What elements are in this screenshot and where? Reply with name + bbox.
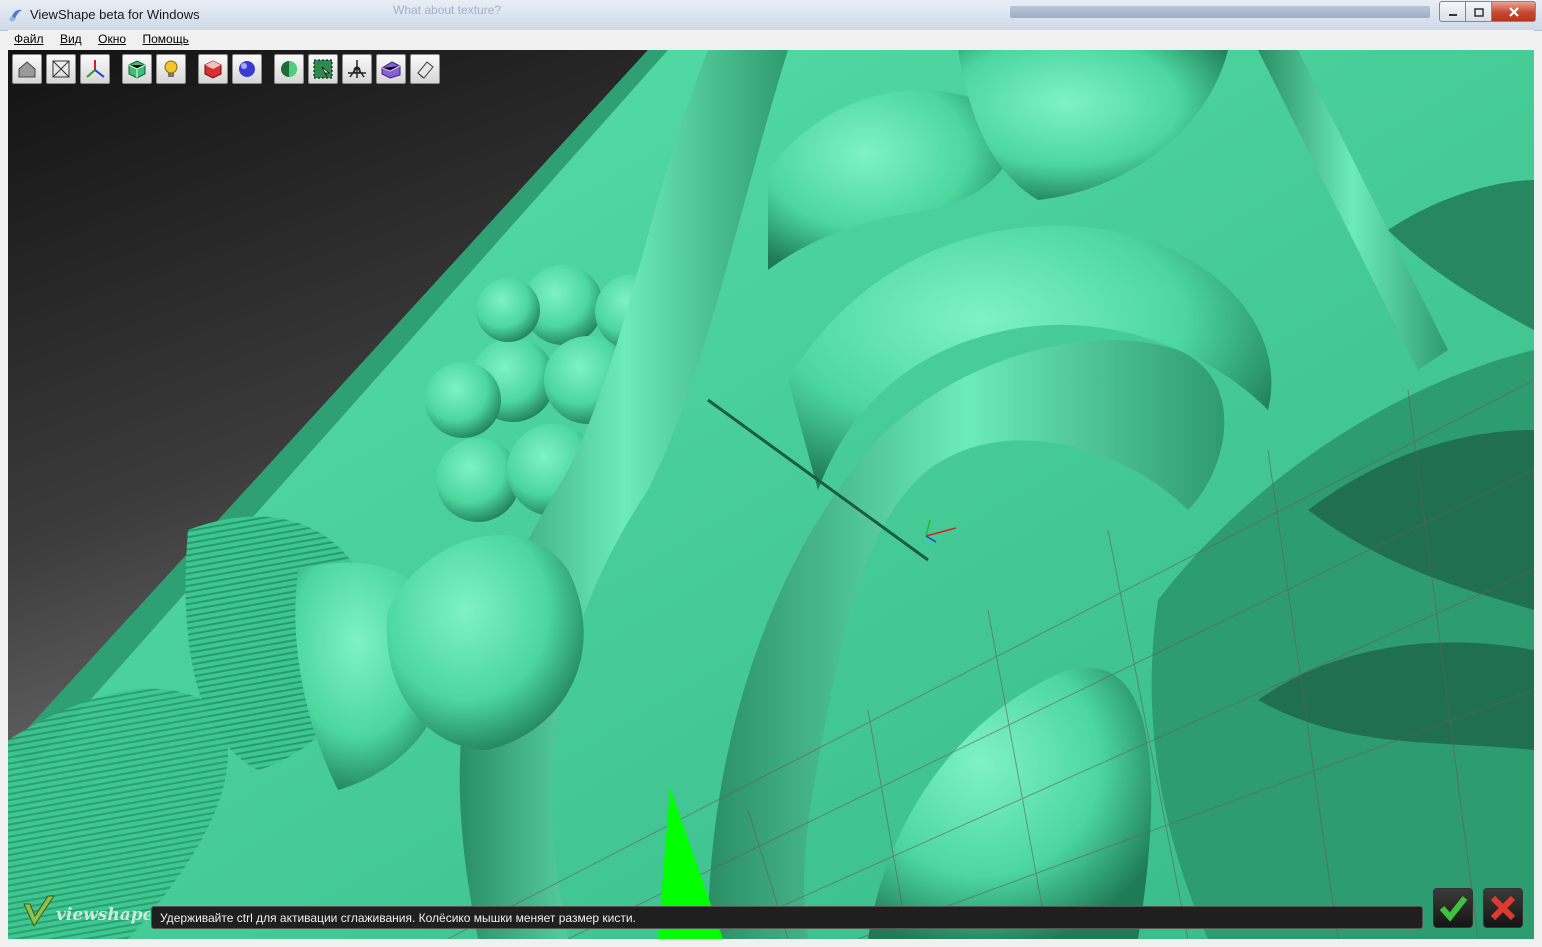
purple-cube-icon — [381, 61, 401, 79]
solid-view-button[interactable] — [198, 54, 228, 84]
red-cube-icon — [204, 60, 222, 79]
minimize-button[interactable] — [1439, 1, 1466, 22]
accept-button[interactable] — [1433, 888, 1473, 928]
home-view-button[interactable] — [12, 54, 42, 84]
close-button[interactable] — [1492, 1, 1536, 22]
fit-view-icon — [52, 60, 70, 78]
menu-bar: Файл Вид Окно Помощь — [8, 30, 1534, 50]
eraser-icon — [417, 61, 434, 79]
fit-view-button[interactable] — [46, 54, 76, 84]
reject-button[interactable] — [1483, 888, 1523, 928]
sphere-icon — [239, 61, 255, 77]
background-window-title: What about texture? — [393, 3, 502, 17]
mesh-scene[interactable] — [8, 50, 1534, 939]
window-controls — [1439, 1, 1536, 22]
app-icon — [9, 9, 22, 22]
smooth-button[interactable] — [274, 54, 304, 84]
transform-button[interactable] — [342, 54, 372, 84]
minimize-icon — [1448, 13, 1457, 16]
menu-view[interactable]: Вид — [54, 30, 88, 48]
window-title: ViewShape beta for Windows — [30, 7, 200, 22]
restore-icon — [1473, 7, 1484, 17]
shaded-view-button[interactable] — [122, 54, 152, 84]
3d-viewport[interactable]: viewshape Удерживайте ctrl для активации… — [8, 50, 1534, 939]
status-bar: Удерживайте ctrl для активации сглаживан… — [151, 906, 1423, 929]
menu-window[interactable]: Окно — [92, 30, 132, 48]
background-window-bar — [1010, 6, 1430, 18]
close-icon — [1508, 6, 1519, 17]
viewshape-logo: viewshape — [23, 895, 150, 928]
lighting-button[interactable] — [156, 54, 186, 84]
checkmark-icon — [1439, 896, 1468, 922]
menu-file[interactable]: Файл — [8, 30, 50, 48]
axes-button[interactable] — [80, 54, 110, 84]
light-bulb-icon — [164, 60, 178, 77]
shaded-cube-icon — [128, 60, 146, 79]
sphere-view-button[interactable] — [232, 54, 262, 84]
select-area-icon — [313, 59, 333, 79]
cross-icon — [1490, 895, 1516, 921]
app-window: ViewShape beta for Windows What about te… — [0, 0, 1542, 947]
eraser-button[interactable] — [410, 54, 440, 84]
half-sphere-icon — [281, 61, 297, 77]
svg-text:viewshape: viewshape — [56, 905, 150, 925]
axes-icon — [86, 60, 105, 78]
title-bar[interactable]: ViewShape beta for Windows What about te… — [0, 0, 1542, 31]
status-message: Удерживайте ctrl для активации сглаживан… — [160, 911, 636, 925]
menu-help[interactable]: Помощь — [136, 30, 194, 48]
select-area-button[interactable] — [308, 54, 338, 84]
transform-icon — [348, 60, 366, 78]
home-view-icon — [18, 61, 36, 78]
maximize-button[interactable] — [1466, 1, 1492, 22]
main-toolbar — [12, 54, 440, 84]
extrude-button[interactable] — [376, 54, 406, 84]
